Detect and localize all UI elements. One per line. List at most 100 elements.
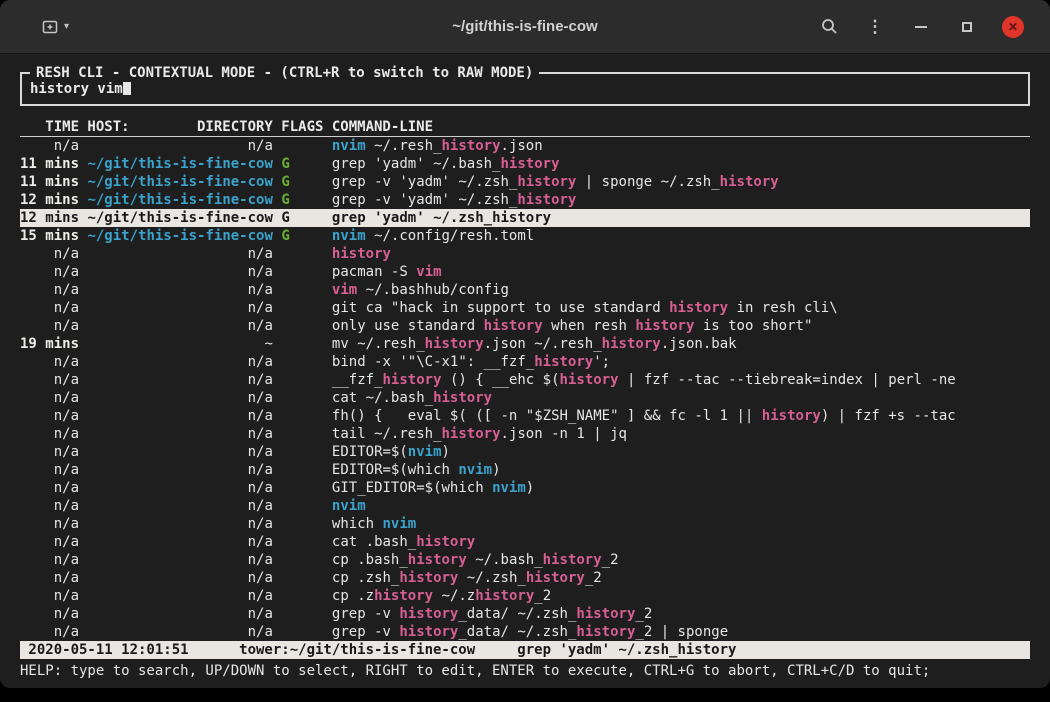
- restore-button[interactable]: [956, 16, 978, 38]
- history-row[interactable]: n/a n/a GIT_EDITOR=$(which nvim): [20, 479, 1030, 497]
- gap: [323, 156, 331, 172]
- history-row[interactable]: n/a n/a tail ~/.resh_history.json -n 1 |…: [20, 425, 1030, 443]
- history-row[interactable]: 12 mins ~/git/this-is-fine-cow G grep 'y…: [20, 209, 1030, 227]
- history-row[interactable]: n/a n/a __fzf_history () { __ehc $(histo…: [20, 371, 1030, 389]
- cmd-segment: tail ~/.resh_: [332, 426, 442, 442]
- history-row[interactable]: n/a n/a which nvim: [20, 515, 1030, 533]
- row-host: n/a: [87, 588, 272, 604]
- row-host: n/a: [87, 282, 272, 298]
- history-row[interactable]: n/a n/a fh() { eval $( ([ -n "$ZSH_NAME"…: [20, 407, 1030, 425]
- cmd-segment: nvim: [408, 444, 442, 460]
- history-row[interactable]: n/a n/a grep -v history_data/ ~/.zsh_his…: [20, 623, 1030, 641]
- gap: [323, 444, 331, 460]
- gap: [323, 354, 331, 370]
- gap: [323, 624, 331, 640]
- row-host: n/a: [87, 462, 272, 478]
- new-tab-icon: [42, 19, 58, 35]
- minimize-button[interactable]: [910, 16, 932, 38]
- cmd-segment: grep -v 'yadm' ~/.zsh_: [332, 174, 517, 190]
- cmd-segment: ~/.bashhub/config: [357, 282, 509, 298]
- cmd-segment: ~/.config/resh.toml: [366, 228, 535, 244]
- cmd-segment: ';: [593, 354, 610, 370]
- history-row[interactable]: n/a n/a only use standard history when r…: [20, 317, 1030, 335]
- row-host: n/a: [87, 534, 272, 550]
- cmd-segment: grep -v: [332, 624, 399, 640]
- new-tab-button[interactable]: ▾: [36, 15, 75, 39]
- cmd-segment: EDITOR=$(which: [332, 462, 458, 478]
- text-cursor: [123, 80, 131, 95]
- cmd-segment: history: [383, 372, 442, 388]
- row-time: n/a: [20, 318, 79, 334]
- cmd-segment: history: [576, 606, 635, 622]
- row-time: n/a: [20, 570, 79, 586]
- cmd-segment: pacman -S: [332, 264, 416, 280]
- history-row[interactable]: n/a n/a grep -v history_data/ ~/.zsh_his…: [20, 605, 1030, 623]
- history-row[interactable]: n/a n/a git ca "hack in support to use s…: [20, 299, 1030, 317]
- row-time: n/a: [20, 390, 79, 406]
- gap: [323, 336, 331, 352]
- row-time: n/a: [20, 408, 79, 424]
- history-row[interactable]: 19 mins ~ mv ~/.resh_history.json ~/.res…: [20, 335, 1030, 353]
- cmd-segment: git ca "hack in support to use standard: [332, 300, 669, 316]
- gap: [323, 264, 331, 280]
- row-time: n/a: [20, 480, 79, 496]
- cmd-segment: cp .z: [332, 588, 374, 604]
- history-row[interactable]: n/a n/a nvim: [20, 497, 1030, 515]
- history-row[interactable]: n/a n/a EDITOR=$(nvim): [20, 443, 1030, 461]
- search-button[interactable]: [818, 16, 840, 38]
- gap: [323, 282, 331, 298]
- row-time: 12 mins: [20, 210, 79, 226]
- history-row[interactable]: 12 mins ~/git/this-is-fine-cow G grep -v…: [20, 191, 1030, 209]
- row-time: n/a: [20, 282, 79, 298]
- history-row[interactable]: n/a n/a bind -x '"\C-x1": __fzf_history'…: [20, 353, 1030, 371]
- search-input[interactable]: history vim: [30, 80, 1020, 98]
- gap: [323, 408, 331, 424]
- history-row[interactable]: 11 mins ~/git/this-is-fine-cow G grep 'y…: [20, 155, 1030, 173]
- cmd-segment: history: [374, 588, 433, 604]
- history-row[interactable]: n/a n/a cat ~/.bash_history: [20, 389, 1030, 407]
- history-row[interactable]: n/a n/a cp .zsh_history ~/.zsh_history_2: [20, 569, 1030, 587]
- row-host: ~/git/this-is-fine-cow: [87, 156, 272, 172]
- cmd-segment: bind -x '"\C-x1": __fzf_: [332, 354, 534, 370]
- cmd-segment: EDITOR=$(: [332, 444, 408, 460]
- history-row[interactable]: n/a n/a cp .zhistory ~/.zhistory_2: [20, 587, 1030, 605]
- cmd-segment: history: [484, 318, 543, 334]
- history-row[interactable]: n/a n/a nvim ~/.resh_history.json: [20, 137, 1030, 155]
- menu-button[interactable]: ⋮: [864, 16, 886, 38]
- cmd-segment: history: [576, 624, 635, 640]
- cmd-segment: history: [602, 336, 661, 352]
- close-button[interactable]: ✕: [1002, 16, 1024, 38]
- history-row[interactable]: n/a n/a history: [20, 245, 1030, 263]
- history-row[interactable]: 11 mins ~/git/this-is-fine-cow G grep -v…: [20, 173, 1030, 191]
- row-flags: [281, 462, 323, 478]
- row-flags: [281, 426, 323, 442]
- row-flags: G: [281, 210, 323, 226]
- status-bar: 2020-05-11 12:01:51 tower:~/git/this-is-…: [20, 641, 1030, 659]
- history-row[interactable]: n/a n/a cp .bash_history ~/.bash_history…: [20, 551, 1030, 569]
- cmd-segment: _2: [635, 606, 652, 622]
- cmd-segment: ): [526, 480, 534, 496]
- terminal-content: RESH CLI - CONTEXTUAL MODE - (CTRL+R to …: [0, 54, 1050, 680]
- gap: [323, 462, 331, 478]
- cmd-segment: history: [408, 552, 467, 568]
- row-host: n/a: [87, 426, 272, 442]
- history-row[interactable]: 15 mins ~/git/this-is-fine-cow G nvim ~/…: [20, 227, 1030, 245]
- row-flags: [281, 408, 323, 424]
- row-time: n/a: [20, 138, 79, 154]
- history-row[interactable]: n/a n/a EDITOR=$(which nvim): [20, 461, 1030, 479]
- history-row[interactable]: n/a n/a pacman -S vim: [20, 263, 1030, 281]
- cmd-segment: history: [399, 624, 458, 640]
- row-host: ~/git/this-is-fine-cow: [87, 174, 272, 190]
- history-row[interactable]: n/a n/a vim ~/.bashhub/config: [20, 281, 1030, 299]
- row-time: n/a: [20, 372, 79, 388]
- cmd-segment: _2: [602, 552, 619, 568]
- row-host: n/a: [87, 624, 272, 640]
- gap: [323, 246, 331, 262]
- gap: [323, 228, 331, 244]
- gap: [323, 588, 331, 604]
- row-host: n/a: [87, 264, 272, 280]
- row-flags: [281, 444, 323, 460]
- history-row[interactable]: n/a n/a cat .bash_history: [20, 533, 1030, 551]
- row-flags: G: [281, 156, 323, 172]
- cmd-segment: nvim: [458, 462, 492, 478]
